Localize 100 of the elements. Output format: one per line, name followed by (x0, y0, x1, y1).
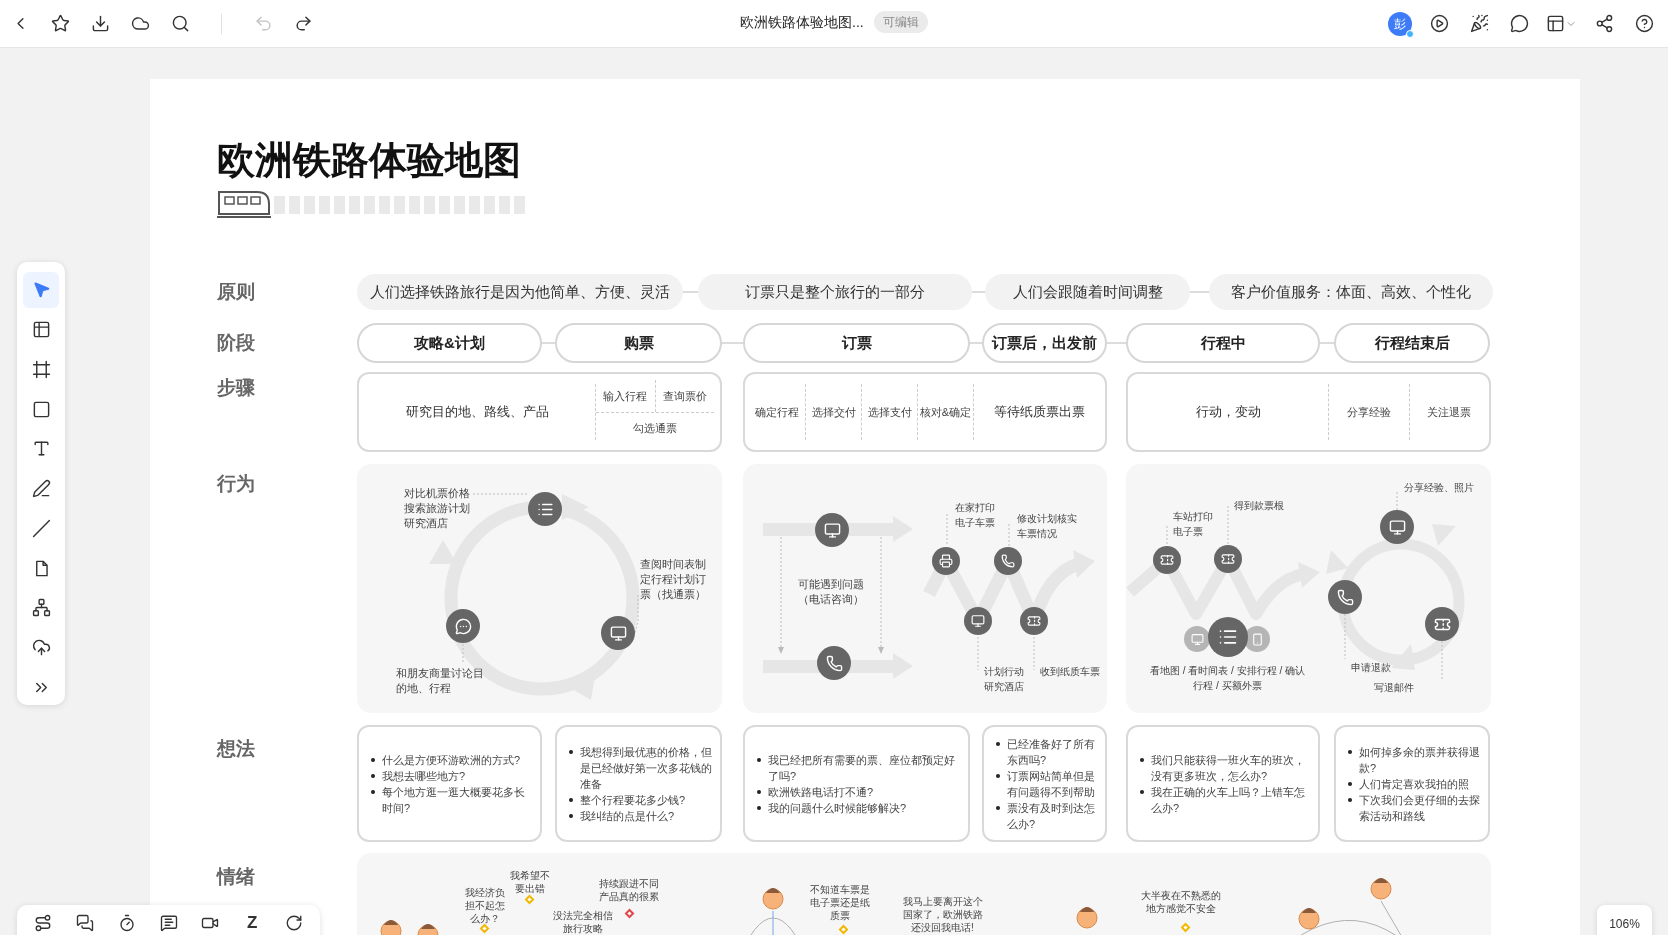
layout-icon (1546, 14, 1565, 33)
list-icon (1208, 617, 1248, 657)
behavior-note: 计划行动研究酒店 (984, 665, 1025, 694)
leader-line (772, 910, 774, 935)
thought-text: 下次我们会更仔细的去探索活动和路线 (1359, 792, 1480, 824)
emotion-note: 我希望不要出错 (509, 869, 550, 895)
behavior-note: 查阅时间表制定行程计划订票（找通票） (640, 557, 707, 602)
leader-line (634, 594, 639, 634)
principle-pill: 订票只是整个旅行的一部分 (698, 274, 972, 310)
bullet-icon (569, 797, 573, 802)
thought-text: 每个地方逛一逛大概要花多长时间? (382, 784, 526, 816)
ticket-icon (1020, 607, 1048, 635)
thought-text: 欧洲铁路电话打不通? (768, 784, 874, 800)
thought-text: 我纠结的点是什么? (580, 808, 675, 824)
stage-pill: 订票后，出发前 (982, 323, 1107, 363)
user-avatar[interactable]: 彭 (1388, 11, 1412, 36)
emotion-note: 大半夜在不熟悉的地方感觉不安全 (1140, 889, 1221, 915)
emotion-note: 我经济负担不起怎么办？ (464, 886, 505, 925)
thought-text: 我想去哪些地方? (382, 768, 466, 784)
ticket-icon (1425, 607, 1459, 641)
bullet-icon (1348, 749, 1352, 754)
bullet-icon (1348, 797, 1352, 802)
step-text: 等待纸质票出票 (994, 403, 1085, 422)
thought-text: 票没有及时到达怎么办? (1007, 800, 1096, 832)
bullet-icon (996, 741, 1000, 746)
monitor-icon (1380, 510, 1414, 544)
stage-pill: 攻略&计划 (357, 323, 542, 363)
phone-icon (817, 646, 851, 680)
behavior-note: 得到款票根 (1234, 499, 1284, 513)
layout-menu-button[interactable] (1546, 14, 1577, 33)
thought-text: 什么是方便环游欧洲的方式? (382, 752, 521, 768)
principle-pill: 客户价值服务：体面、高效、个性化 (1209, 274, 1493, 310)
principle-pill: 人们选择铁路旅行是因为他简单、方便、灵活 (357, 274, 683, 310)
step-text: 选择支付 (867, 404, 912, 420)
list-icon (528, 492, 562, 526)
behavior-note: 可能遇到问题（电话咨询） (797, 577, 865, 607)
row-label: 阶段 (217, 331, 255, 353)
row-label: 想法 (217, 738, 255, 759)
bullet-icon (371, 789, 375, 794)
behavior-note: 车站打印电子票 (1173, 510, 1214, 539)
head-figure (1298, 908, 1320, 930)
step-text: 研究目的地、路线、产品 (405, 403, 549, 422)
row-label: 情绪 (217, 866, 255, 887)
bullet-icon (1140, 757, 1144, 762)
thought-text: 我在正确的火车上吗？上错车怎么办? (1151, 784, 1306, 816)
step-text: 核对&确定 (919, 404, 972, 420)
phone-icon (1328, 580, 1362, 614)
edit-status: 可编辑 (873, 11, 928, 33)
monitor-icon (964, 607, 992, 635)
behavior-note: 和朋友商量讨论目的地、行程 (396, 666, 485, 696)
emotion-note: 我马上要离开这个国家了，欧洲铁路还没回我电话! (902, 895, 983, 934)
step-text: 分享经验 (1346, 404, 1391, 420)
bullet-icon (757, 757, 761, 762)
thought-text: 整个行程要花多少钱? (580, 792, 686, 808)
board-title: 欧洲铁路体验地图 (217, 138, 522, 183)
bullet-icon (757, 805, 761, 810)
emotion-note: 持续跟进不同产品真的很累 (598, 877, 659, 903)
emotion-note: 不知道车票是电子票还是纸质票 (809, 883, 870, 922)
emotion-note: 没法完全相信旅行攻略 (552, 909, 613, 935)
printer-icon (932, 547, 960, 575)
stage-pill: 行程中 (1126, 323, 1320, 363)
step-text: 查询票价 (662, 388, 707, 404)
head-figure (417, 924, 439, 935)
principle-pill: 人们会跟随着时间调整 (985, 274, 1190, 310)
thought-text: 我已经把所有需要的票、座位都预定好了吗? (768, 752, 956, 784)
behavior-note: 收到纸质车票 (1040, 665, 1100, 679)
thought-text: 人们肯定喜欢我拍的照 (1359, 776, 1469, 792)
ticket-icon (1153, 546, 1181, 574)
step-text: 勾选通票 (633, 421, 677, 436)
row-label: 原则 (217, 280, 255, 302)
bullet-icon (1348, 781, 1352, 786)
mobile-phone-icon (1244, 626, 1270, 652)
step-text: 选择交付 (811, 404, 856, 420)
monitor-icon (815, 513, 849, 547)
ticket-icon (1214, 545, 1242, 573)
row-label: 行为 (217, 473, 255, 494)
behavior-note: 写退邮件 (1374, 681, 1414, 695)
behavior-note: 在家打印电子车票 (955, 501, 996, 530)
phone-icon (994, 547, 1022, 575)
behavior-note: 申请退款 (1351, 661, 1391, 675)
row-label: 步骤 (217, 377, 255, 398)
monitor-icon (601, 616, 635, 650)
head-figure (762, 888, 784, 910)
bullet-icon (996, 805, 1000, 810)
head-figure (1370, 878, 1392, 900)
behavior-note: 看地图 / 看时间表 / 安排行程 / 确认行程 / 买额外票 (1150, 664, 1305, 693)
thought-text: 已经准备好了所有东西吗? (1007, 736, 1096, 768)
bullet-icon (1140, 789, 1144, 794)
thought-text: 我们只能获得一班火车的班次，没有更多班次，怎么办? (1151, 752, 1306, 784)
stage-pill: 购票 (555, 323, 722, 363)
thought-text: 我想得到最优惠的价格，但是已经做好第一次多花钱的准备 (580, 744, 712, 792)
pointer-icon[interactable] (23, 272, 59, 308)
bullet-icon (569, 749, 573, 754)
step-text: 行动，变动 (1195, 403, 1261, 422)
bullet-icon (757, 789, 761, 794)
thought-text: 我的问题什么时候能够解决? (768, 800, 907, 816)
z-tool-button[interactable]: Z (240, 912, 265, 934)
zoom-level[interactable]: 106% (1597, 905, 1652, 935)
bullet-icon (569, 813, 573, 818)
behavior-note: 修改计划核实车票情况 (1017, 512, 1078, 541)
